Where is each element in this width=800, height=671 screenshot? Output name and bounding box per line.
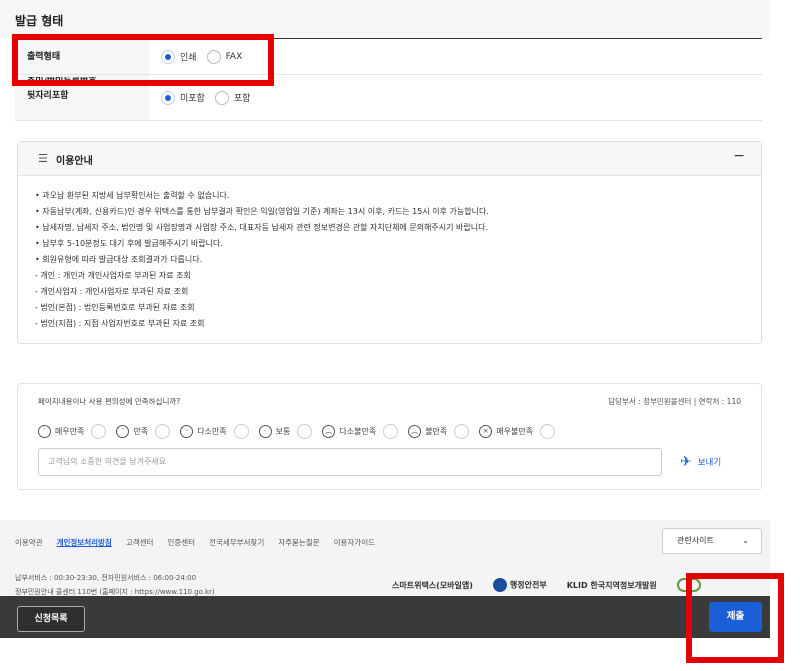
rating-somewhat-dissatisfied[interactable]: ︵ 다소불만족 [322,424,399,439]
very-sad-face-icon: × [479,425,493,438]
logo-mois[interactable]: 행정안전부 [492,578,547,592]
rating-very-satisfied[interactable]: ᵔ 매우만족 [38,424,107,439]
usage-guide-panel: ☰ 이용안내 − • 과오납 환부된 지방세 납부확인서는 출력할 수 없습니다… [17,141,762,344]
usage-guide-title: 이용안내 [56,156,93,167]
logo-klid-text: KLID 한국지역정보개발원 [566,580,657,590]
bottom-action-bar [0,596,770,638]
usage-guide-header[interactable]: ☰ 이용안내 − [18,142,761,176]
frown-face-icon: ︵ [322,425,336,438]
very-happy-face-icon: ᵔ [38,425,51,438]
logo-smart-wetax[interactable]: 스마트위택스(모바일앱) [392,580,473,591]
logo-klid[interactable]: KLID 한국지역정보개발원 [567,580,657,591]
rating-radio[interactable] [91,424,107,439]
title-background [0,0,770,38]
list-search-icon: ☰ [38,152,48,165]
partner-logos: 스마트위택스(모바일앱) 행정안전부 KLID 한국지역정보개발원 [392,578,701,592]
logo-mois-text: 행정안전부 [509,580,547,590]
highlight-box-submit [686,573,784,663]
guide-item: • 자동납부(계좌, 신용카드)인 경우 위택스를 통한 납부결과 확인은 익일… [35,207,489,216]
guide-item: - 법인(본점) : 법인등록번호로 부과된 자료 조회 [35,303,195,312]
rating-label: 만족 [133,427,149,436]
apply-list-button[interactable]: 신청목록 [17,606,85,632]
footer-link-cert[interactable]: 인증센터 [167,537,195,548]
neutral-face-icon: · [258,425,272,438]
guide-item: - 법인(지점) : 지점 사업자번호로 부과된 자료 조회 [35,319,205,328]
rating-radio[interactable] [155,424,171,439]
survey-question: 페이지내용이나 사용 편의성에 만족하십니까? [38,397,181,406]
guide-item: • 과오납 환부된 지방세 납부확인서는 출력할 수 없습니다. [35,191,230,200]
footer-link-support[interactable]: 고객센터 [126,537,154,548]
chevron-down-icon: ⌄ [742,536,749,545]
smile-face-icon: ᵕ [180,425,194,438]
guide-item: - 개인 : 개인과 개인사업자로 부과된 자료 조회 [35,271,191,280]
related-sites-select[interactable]: 관련사이트 ⌄ [662,528,762,554]
survey-department: 담당부서 : 정부민원콜센터 | 연락처 : 110 [608,397,741,406]
radio-exclude[interactable]: 미포함 [161,90,205,105]
send-button[interactable]: ✈ 보내기 [680,454,721,470]
comment-input[interactable]: 고객님의 소중한 의견을 남겨주세요 [38,448,662,476]
rating-satisfied[interactable]: ᵔ 만족 [116,424,171,439]
rating-label: 매우만족 [55,427,85,436]
paper-plane-icon: ✈ [680,454,692,470]
radio-include-label: 포함 [233,94,251,104]
rating-label: 보통 [275,427,291,436]
mois-emblem-icon [492,578,507,592]
footer-link-guide[interactable]: 이용자가이드 [334,537,375,548]
radio-include-circle[interactable] [214,90,229,105]
footer-link-faq[interactable]: 자주묻는질문 [278,537,319,548]
service-hours: 납부서비스 : 00:30-23:30, 전자민원서비스 : 06:00-24:… [15,571,215,599]
guide-item: • 회원유형에 따라 발급대상 조회결과가 다릅니다. [35,255,203,264]
radio-exclude-label: 미포함 [180,94,205,104]
rating-label: 불만족 [425,427,448,436]
service-hours-line: 납부서비스 : 00:30-23:30, 전자민원서비스 : 06:00-24:… [15,574,197,582]
related-sites-label: 관련사이트 [677,536,714,545]
rating-somewhat-satisfied[interactable]: ᵕ 다소만족 [180,424,249,439]
highlight-box-output-type [12,34,274,86]
rating-very-dissatisfied[interactable]: × 매우불만족 [479,424,556,439]
footer-link-tax-office[interactable]: 전국세무부서찾기 [209,537,264,548]
footer-link-terms[interactable]: 이용약관 [15,537,43,548]
footer-link-privacy[interactable]: 개인정보처리방침 [57,537,112,548]
sad-face-icon: ︵ [408,425,422,438]
rating-radio[interactable] [454,424,470,439]
rating-label: 다소만족 [197,427,227,436]
rating-label: 매우불만족 [496,427,534,436]
collapse-toggle-icon[interactable]: − [733,148,745,164]
rating-dissatisfied[interactable]: ︵ 불만족 [408,424,470,439]
radio-exclude-circle[interactable] [161,90,175,105]
usage-guide-list: • 과오납 환부된 지방세 납부확인서는 출력할 수 없습니다. • 자동납부(… [18,176,761,332]
id-number-label-bottom: 뒷자리포함 [27,91,69,101]
footer-links: 이용약관 개인정보처리방침 고객센터 인증센터 전국세무부서찾기 자주묻는질문 … [15,537,375,548]
section-title: 발급 형태 [15,14,64,28]
rating-radio[interactable] [233,424,249,439]
rating-radio[interactable] [297,424,313,439]
guide-item: • 납세자명, 납세자 주소, 법인명 및 사업장명과 사업장 주소, 대표자등… [35,223,489,232]
rating-options: ᵔ 매우만족 ᵔ 만족 ᵕ 다소만족 · 보통 ︵ 다소불만족 ︵ 불만족 × … [38,424,556,439]
guide-item: - 개인사업자 : 개인사업자로 부과된 자료 조회 [35,287,189,296]
logo-smart-wetax-text: 스마트위택스(모바일앱) [392,580,473,590]
happy-face-icon: ᵔ [116,425,130,438]
rating-neutral[interactable]: · 보통 [258,424,313,439]
satisfaction-survey: 페이지내용이나 사용 편의성에 만족하십니까? 담당부서 : 정부민원콜센터 |… [17,383,762,490]
rating-radio[interactable] [383,424,399,439]
radio-include[interactable]: 포함 [214,90,251,105]
rating-label: 다소불만족 [339,427,377,436]
guide-item: • 납부후 5-10분정도 대기 후에 발급해주시기 바랍니다. [35,239,223,248]
rating-radio[interactable] [540,424,556,439]
send-label: 보내기 [697,458,722,468]
